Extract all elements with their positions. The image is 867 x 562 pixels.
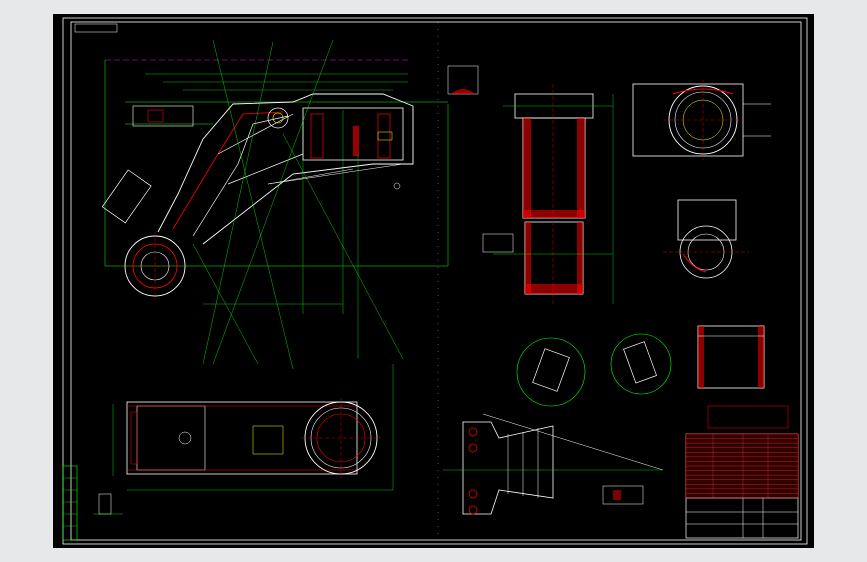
- left-revision-strip: [62, 465, 78, 541]
- view-detail-c: [663, 199, 749, 279]
- cad-viewport[interactable]: [0, 0, 867, 562]
- view-side-right: [443, 413, 664, 515]
- title-block: [685, 405, 799, 539]
- view-section-e: [610, 333, 672, 395]
- drawing-canvas[interactable]: [53, 14, 814, 548]
- view-section-a-a: [447, 65, 614, 304]
- view-section-f: [697, 325, 765, 389]
- view-main-elevation: [101, 39, 449, 370]
- view-top: [93, 364, 394, 515]
- view-section-d: [516, 337, 586, 407]
- drawing-sheet: [53, 14, 814, 548]
- view-detail-b: [632, 80, 771, 160]
- title-tag-box: [74, 23, 118, 33]
